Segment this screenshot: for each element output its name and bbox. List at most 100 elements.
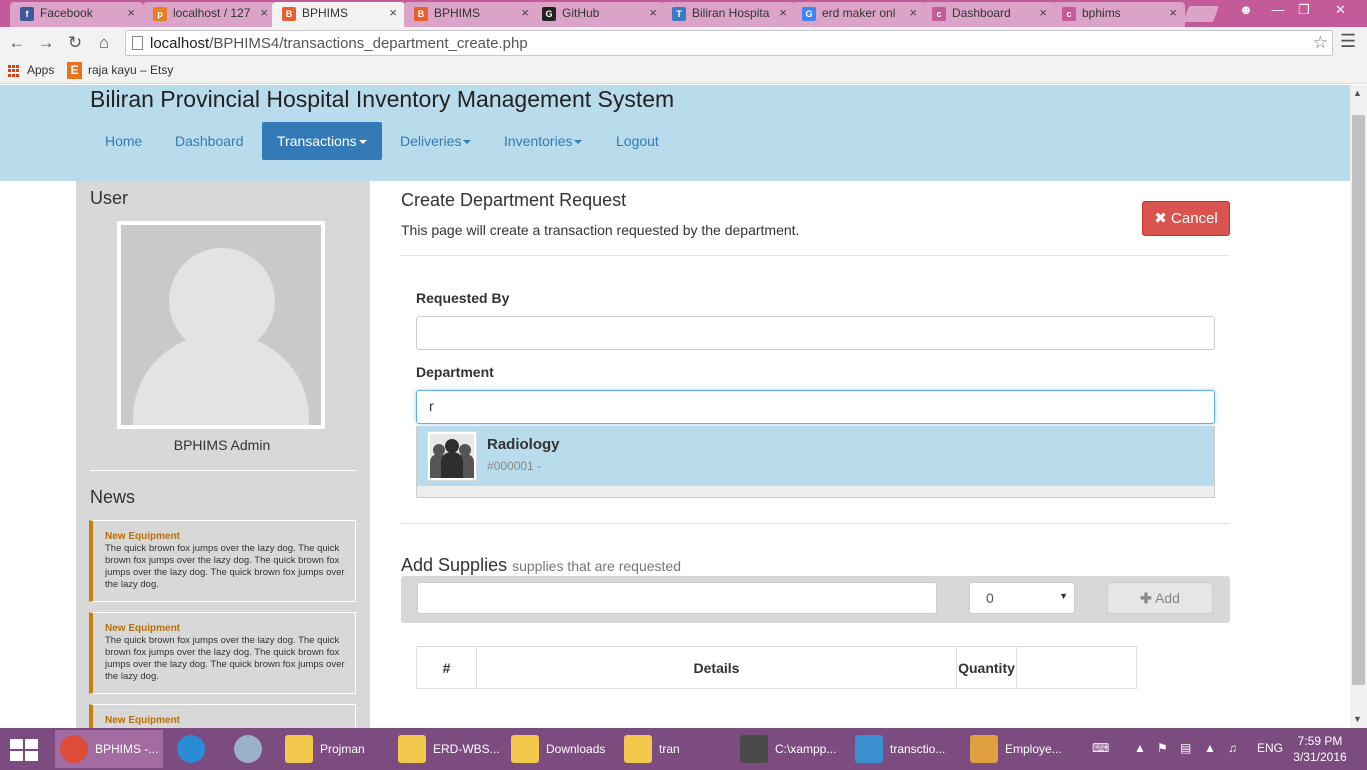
signal-icon[interactable]: ▲ xyxy=(1204,741,1218,755)
supply-search-input[interactable] xyxy=(417,582,937,614)
close-tab-icon[interactable]: × xyxy=(521,5,529,20)
page-scrollbar[interactable]: ▲ ▼ xyxy=(1350,85,1367,728)
browser-tab[interactable]: B BPHIMS × xyxy=(404,2,537,27)
chrome-menu-icon[interactable]: ☰ xyxy=(1340,31,1356,52)
requested-by-label: Requested By xyxy=(416,290,510,306)
close-tab-icon[interactable]: × xyxy=(649,5,657,20)
taskbar-item[interactable]: BPHIMS -... xyxy=(55,730,163,768)
minimize-icon[interactable]: — xyxy=(1266,0,1290,22)
browser-tab[interactable]: Gerd maker onl × xyxy=(792,2,925,27)
page-description: This page will create a transaction requ… xyxy=(401,222,800,238)
flag-icon[interactable]: ⚑ xyxy=(1157,741,1171,755)
news-heading: News xyxy=(90,487,136,507)
nav-item-deliveries[interactable]: Deliveries xyxy=(385,122,486,160)
back-icon[interactable]: ← xyxy=(6,32,28,54)
add-supply-button[interactable]: ✚ Add xyxy=(1107,582,1213,614)
user-heading: User xyxy=(90,188,129,208)
taskbar-item[interactable]: C:\xampp... xyxy=(735,730,845,768)
department-avatar xyxy=(427,431,477,481)
scroll-down-icon[interactable]: ▼ xyxy=(1353,714,1362,724)
tab-title: localhost / 127 xyxy=(173,6,251,20)
browser-tab[interactable]: c Dashboard × xyxy=(922,2,1055,27)
browser-tab[interactable]: f Facebook × xyxy=(10,2,143,27)
divider xyxy=(90,470,356,471)
paint-icon xyxy=(970,735,998,763)
close-tab-icon[interactable]: × xyxy=(389,5,397,20)
browser-tab[interactable]: c bphims × xyxy=(1052,2,1185,27)
folder-icon xyxy=(624,735,652,763)
department-label: Department xyxy=(416,364,494,380)
tab-title: BPHIMS xyxy=(302,6,349,20)
address-bar[interactable]: localhost/BPHIMS4/transactions_departmen… xyxy=(125,30,1333,56)
nav-item-inventories[interactable]: Inventories xyxy=(489,122,597,160)
browser-tab[interactable]: T Biliran Hospita × xyxy=(662,2,795,27)
nav-label: Inventories xyxy=(504,133,573,149)
suggestion-item-radiology[interactable]: Radiology #000001 - xyxy=(417,426,1214,486)
close-tab-icon[interactable]: × xyxy=(1169,5,1177,20)
clock-date: 3/31/2016 xyxy=(1293,750,1347,764)
taskbar-item[interactable]: Projman xyxy=(280,730,388,768)
keyboard-icon[interactable]: ⌨ xyxy=(1092,741,1120,755)
close-tab-icon[interactable]: × xyxy=(779,5,787,20)
internet-explorer-icon[interactable] xyxy=(166,730,216,768)
network-icon[interactable]: ▤ xyxy=(1180,741,1194,755)
taskbar-item[interactable]: Employe... xyxy=(965,730,1075,768)
chrome-icon xyxy=(60,735,88,763)
tray-expand-icon[interactable]: ▲ xyxy=(1134,741,1148,755)
page-title: Create Department Request xyxy=(401,190,627,210)
close-tab-icon[interactable]: × xyxy=(1039,5,1047,20)
clock[interactable]: 7:59 PM 3/31/2016 xyxy=(1290,733,1350,765)
volume-icon[interactable]: ♫ xyxy=(1228,741,1242,755)
taskbar-item-label: Downloads xyxy=(546,742,606,756)
department-input[interactable]: r xyxy=(416,390,1215,424)
home-icon[interactable]: ⌂ xyxy=(93,32,115,54)
avatar xyxy=(117,221,325,429)
forward-icon[interactable]: → xyxy=(35,32,57,54)
page-icon xyxy=(132,36,143,50)
close-tab-icon[interactable]: × xyxy=(127,5,135,20)
scroll-up-icon[interactable]: ▲ xyxy=(1353,88,1362,98)
browser-tab[interactable]: p localhost / 127 × xyxy=(143,2,276,27)
browser-tab[interactable]: G GitHub × xyxy=(532,2,665,27)
taskbar-item[interactable]: ERD-WBS... xyxy=(393,730,501,768)
bookmarks-bar: Apps E raja kayu – Etsy xyxy=(0,59,1367,84)
scrollbar-thumb[interactable] xyxy=(1352,115,1365,685)
bookmark-apps[interactable]: Apps xyxy=(27,63,54,77)
taskbar-item[interactable]: transctio... xyxy=(850,730,960,768)
browser-tab[interactable]: B BPHIMS × xyxy=(272,2,405,27)
cancel-button[interactable]: ✖ Cancel xyxy=(1142,201,1230,236)
close-tab-icon[interactable]: × xyxy=(260,5,268,20)
quantity-select[interactable]: 0 ▼ xyxy=(969,582,1075,614)
nav-label: Logout xyxy=(616,133,659,149)
taskbar-item[interactable]: Downloads xyxy=(506,730,614,768)
windows-start-icon[interactable] xyxy=(10,739,38,761)
news-title: New Equipment xyxy=(105,623,181,634)
cloud-icon: c xyxy=(1062,7,1076,21)
language-indicator[interactable]: ENG xyxy=(1257,741,1287,755)
taskbar-item[interactable]: tran xyxy=(619,730,727,768)
plus-icon: ✚ xyxy=(1140,590,1152,606)
folder-icon xyxy=(285,735,313,763)
downloads-folder-icon xyxy=(511,735,539,763)
google-icon: G xyxy=(802,7,816,21)
chrome-pinned-icon[interactable] xyxy=(223,730,273,768)
bookmark-star-icon[interactable]: ☆ xyxy=(1313,33,1328,53)
nav-item-home[interactable]: Home xyxy=(90,122,157,160)
nav-item-transactions[interactable]: Transactions xyxy=(262,122,382,160)
requested-by-input[interactable] xyxy=(416,316,1215,350)
close-window-icon[interactable]: ✕ xyxy=(1318,0,1363,22)
caret-down-icon xyxy=(574,140,583,145)
bookmark-etsy[interactable]: raja kayu – Etsy xyxy=(88,63,173,77)
maximize-icon[interactable]: ❐ xyxy=(1292,0,1316,22)
supplies-heading: Add Supplies supplies that are requested xyxy=(401,555,681,575)
browser-tab-strip: f Facebook × p localhost / 127 × B BPHIMS × B BPHI… xyxy=(0,0,1367,27)
nav-label: Transactions xyxy=(277,133,357,149)
url-text: localhost/BPHIMS4/transactions_departmen… xyxy=(150,35,528,52)
nav-item-dashboard[interactable]: Dashboard xyxy=(160,122,259,160)
news-item: New Equipment The quick brown fox jumps … xyxy=(89,612,356,694)
close-tab-icon[interactable]: × xyxy=(909,5,917,20)
reload-icon[interactable]: ↻ xyxy=(64,32,86,54)
user-profile-icon[interactable]: ☻ xyxy=(1234,0,1258,22)
nav-item-logout[interactable]: Logout xyxy=(601,122,674,160)
new-tab-button[interactable] xyxy=(1183,6,1219,22)
